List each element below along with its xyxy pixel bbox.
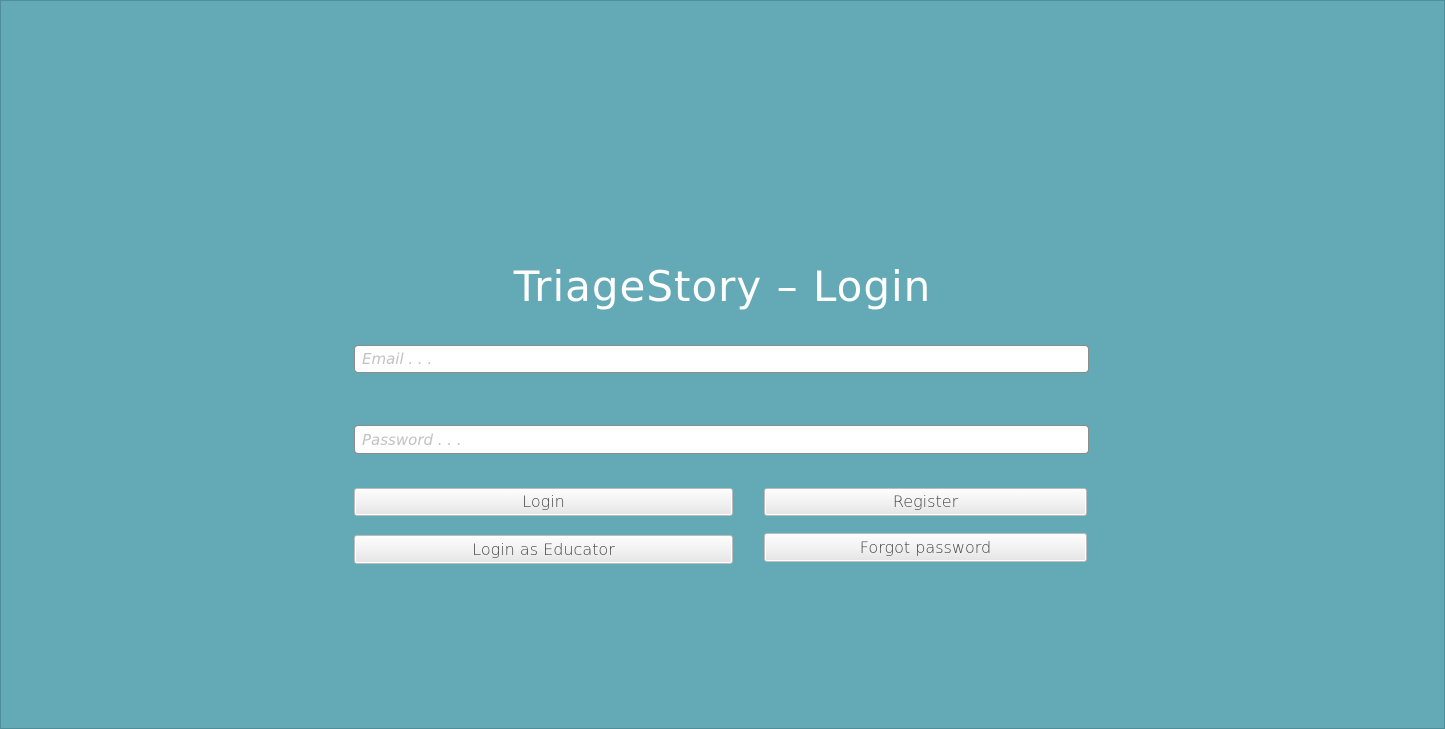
login-as-educator-button[interactable]: Login as Educator — [354, 535, 733, 564]
forgot-password-button[interactable]: Forgot password — [764, 533, 1087, 562]
password-input[interactable] — [354, 425, 1089, 454]
login-button[interactable]: Login — [354, 488, 733, 516]
page-title: TriageStory – Login — [513, 262, 932, 311]
email-input[interactable] — [354, 345, 1089, 373]
register-button[interactable]: Register — [764, 488, 1087, 516]
